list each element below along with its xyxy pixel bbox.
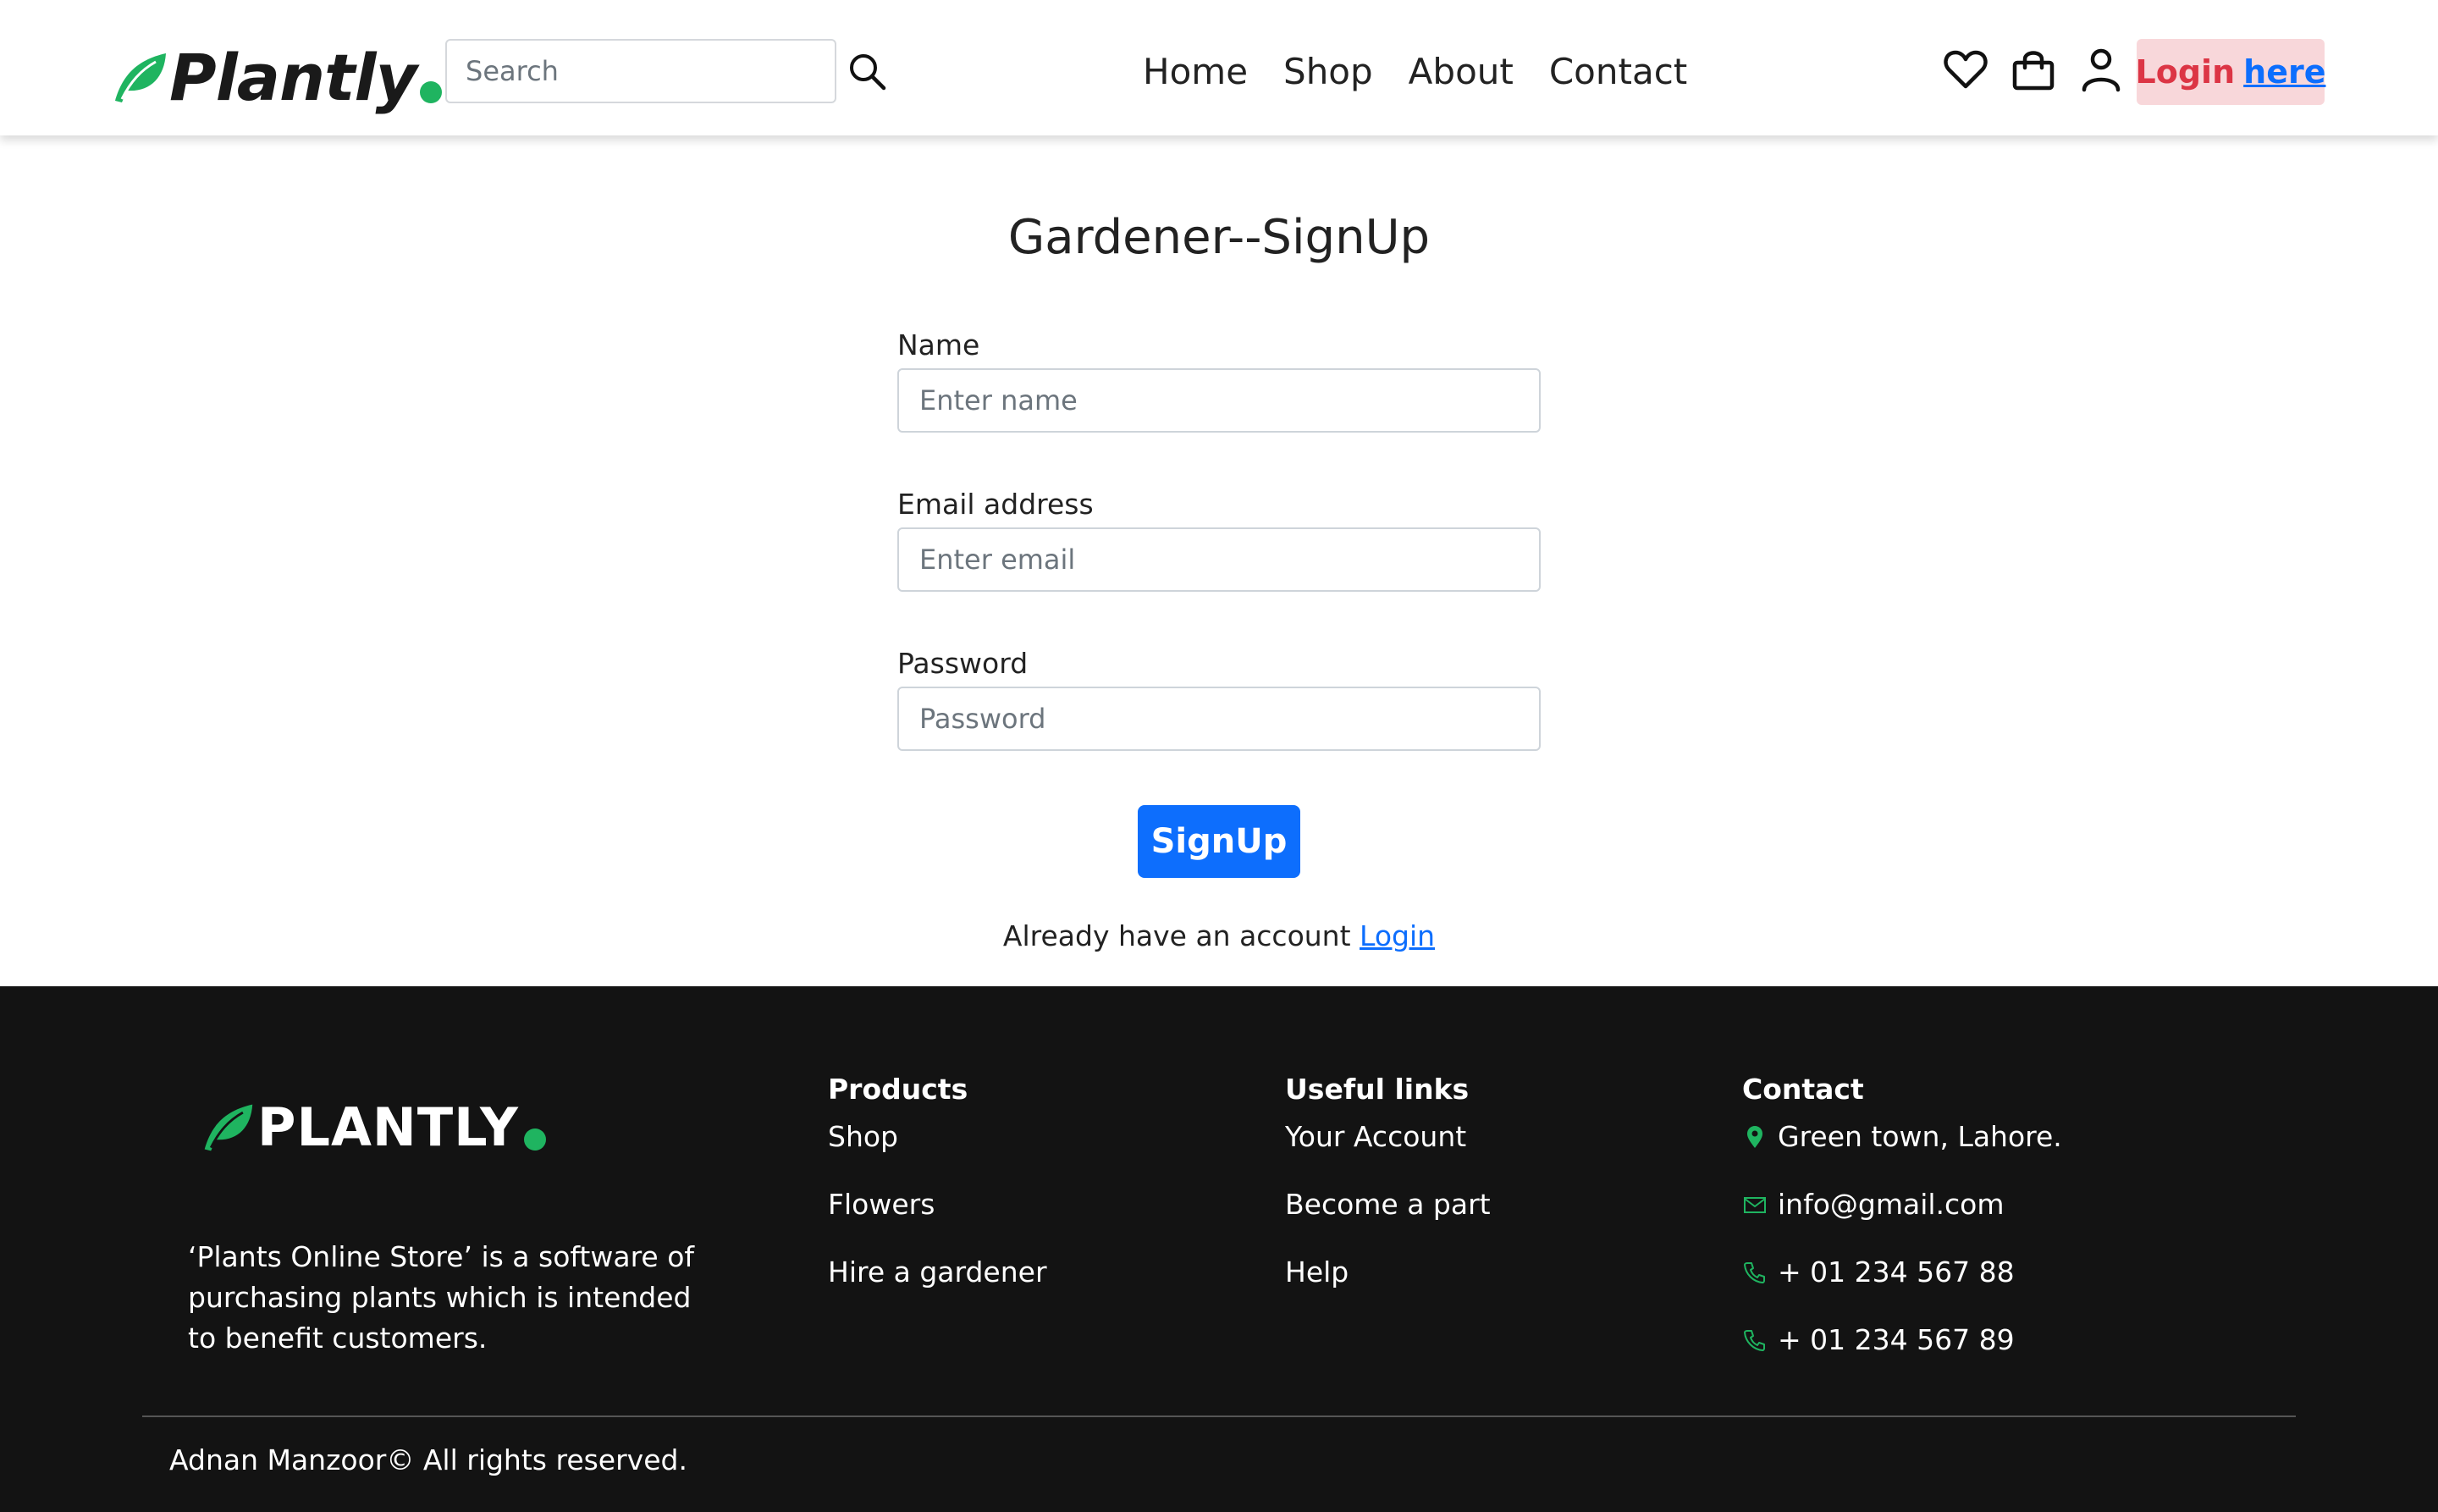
contact-address: Green town, Lahore. bbox=[1742, 1117, 2062, 1157]
search-icon[interactable] bbox=[847, 51, 889, 93]
site-footer: PLANTLY ‘Plants Online Store’ is a softw… bbox=[0, 986, 2438, 1512]
already-account-line: Already have an account Login bbox=[0, 919, 2438, 952]
password-label: Password bbox=[897, 647, 1029, 680]
login-here-link[interactable]: here bbox=[2243, 53, 2325, 91]
contact-phone-1-text: + 01 234 567 88 bbox=[1778, 1255, 2015, 1289]
nav-contact[interactable]: Contact bbox=[1549, 44, 1687, 100]
footer-description: ‘Plants Online Store’ is a software of p… bbox=[188, 1240, 695, 1355]
shopping-bag-icon[interactable] bbox=[2010, 46, 2057, 93]
name-label: Name bbox=[897, 328, 980, 361]
footer-contact-column: Contact Green town, Lahore. info@gmail.c… bbox=[1742, 1069, 2062, 1388]
footer-link-hire-gardener[interactable]: Hire a gardener bbox=[828, 1252, 1047, 1293]
footer-link-become-part[interactable]: Become a part bbox=[1285, 1184, 1491, 1225]
contact-phone-2-text: + 01 234 567 89 bbox=[1778, 1323, 2015, 1356]
main-nav: Home Shop About Contact bbox=[1143, 44, 1687, 100]
nav-shop[interactable]: Shop bbox=[1283, 44, 1373, 100]
contact-phone-2[interactable]: + 01 234 567 89 bbox=[1742, 1320, 2062, 1360]
leaf-icon bbox=[115, 53, 166, 102]
logo-text: Plantly bbox=[169, 40, 417, 115]
signup-button[interactable]: SignUp bbox=[1138, 805, 1300, 878]
footer-link-help[interactable]: Help bbox=[1285, 1252, 1491, 1293]
footer-contact-heading: Contact bbox=[1742, 1073, 1864, 1106]
password-field[interactable] bbox=[897, 687, 1541, 751]
footer-products-column: Products Shop Flowers Hire a gardener bbox=[828, 1069, 1047, 1320]
envelope-icon bbox=[1744, 1197, 1766, 1213]
leaf-icon bbox=[204, 1104, 253, 1151]
nav-home[interactable]: Home bbox=[1143, 44, 1248, 100]
contact-phone-1[interactable]: + 01 234 567 88 bbox=[1742, 1252, 2062, 1293]
map-pin-icon bbox=[1747, 1126, 1762, 1148]
footer-useful-links-column: Useful links Your Account Become a part … bbox=[1285, 1069, 1491, 1320]
contact-email[interactable]: info@gmail.com bbox=[1742, 1184, 2062, 1225]
footer-link-flowers[interactable]: Flowers bbox=[828, 1184, 1047, 1225]
footer-logo-dot bbox=[523, 1128, 546, 1151]
login-label: Login bbox=[2135, 53, 2236, 91]
footer-useful-links-heading: Useful links bbox=[1285, 1073, 1470, 1106]
phone-icon bbox=[1744, 1262, 1765, 1283]
footer-logo-text: PLANTLY bbox=[257, 1096, 519, 1158]
logo-dot bbox=[420, 81, 443, 103]
login-here-box[interactable]: Login here bbox=[2135, 39, 2325, 105]
phone-icon bbox=[1744, 1330, 1765, 1351]
email-label: Email address bbox=[897, 488, 1094, 521]
already-account-text: Already have an account bbox=[1002, 919, 1351, 952]
footer-products-heading: Products bbox=[828, 1073, 968, 1106]
name-field[interactable] bbox=[897, 368, 1541, 433]
user-icon[interactable] bbox=[2077, 46, 2125, 93]
plantly-logo[interactable]: Plantly bbox=[110, 36, 443, 120]
footer-link-shop[interactable]: Shop bbox=[828, 1117, 1047, 1157]
login-link[interactable]: Login bbox=[1360, 919, 1435, 952]
heart-icon[interactable] bbox=[1942, 46, 1989, 93]
footer-logo[interactable]: PLANTLY bbox=[200, 1096, 546, 1158]
contact-address-text: Green town, Lahore. bbox=[1778, 1120, 2062, 1153]
footer-divider bbox=[142, 1415, 2296, 1417]
site-header: Plantly Home Shop About Contact Login he… bbox=[0, 0, 2438, 135]
nav-about[interactable]: About bbox=[1409, 44, 1514, 100]
page-title: Gardener--SignUp bbox=[1007, 210, 1431, 265]
contact-email-text: info@gmail.com bbox=[1778, 1188, 2005, 1221]
email-field[interactable] bbox=[897, 527, 1541, 592]
footer-link-your-account[interactable]: Your Account bbox=[1285, 1117, 1491, 1157]
search-input[interactable] bbox=[445, 39, 836, 103]
copyright-text: Adnan Manzoor© All rights reserved. bbox=[169, 1443, 687, 1476]
